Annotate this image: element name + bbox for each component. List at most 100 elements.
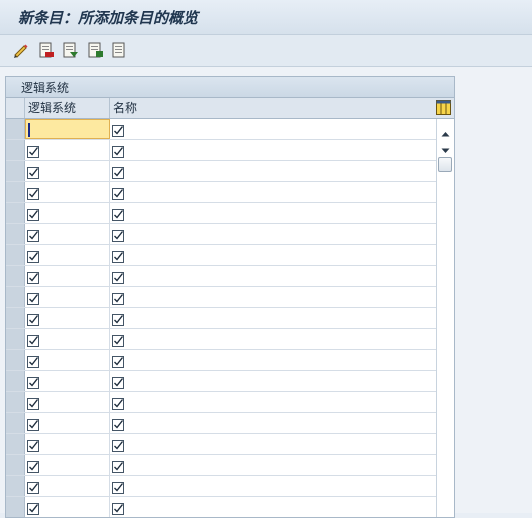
row-selector[interactable] <box>6 350 25 370</box>
table-caption: 逻辑系统 <box>6 77 454 98</box>
row-selector[interactable] <box>6 434 25 454</box>
table-row <box>6 140 436 161</box>
row-selector[interactable] <box>6 287 25 307</box>
checkbox-icon <box>27 500 39 515</box>
logical-system-cell[interactable] <box>25 497 110 517</box>
table-settings-button[interactable] <box>436 100 451 115</box>
logical-system-cell[interactable] <box>25 350 110 370</box>
row-selector[interactable] <box>6 140 25 160</box>
name-cell[interactable] <box>110 203 436 223</box>
logical-system-cell[interactable] <box>25 476 110 496</box>
display-change-button[interactable] <box>12 41 30 59</box>
checkbox-icon <box>112 437 124 452</box>
deselect-all-icon <box>112 42 125 58</box>
logical-system-cell[interactable] <box>25 329 110 349</box>
name-cell[interactable] <box>110 350 436 370</box>
row-selector[interactable] <box>6 266 25 286</box>
row-selector[interactable] <box>6 182 25 202</box>
logical-system-cell[interactable] <box>25 245 110 265</box>
table-row <box>6 161 436 182</box>
select-all-button[interactable] <box>61 41 79 59</box>
name-cell[interactable] <box>110 266 436 286</box>
row-selector[interactable] <box>6 203 25 223</box>
row-selector[interactable] <box>6 455 25 475</box>
logical-system-cell[interactable] <box>25 203 110 223</box>
row-selector[interactable] <box>6 329 25 349</box>
column-header-logical-system[interactable]: 逻辑系统 <box>25 98 110 118</box>
checkbox-icon <box>27 353 39 368</box>
checkbox-icon <box>27 437 39 452</box>
row-selector[interactable] <box>6 245 25 265</box>
scroll-up-button[interactable] <box>440 125 451 137</box>
name-cell[interactable] <box>110 455 436 475</box>
table-row <box>6 224 436 245</box>
row-selector[interactable] <box>6 371 25 391</box>
deselect-all-button[interactable] <box>110 41 128 59</box>
row-selector[interactable] <box>6 119 25 139</box>
name-cell[interactable] <box>110 371 436 391</box>
name-cell[interactable] <box>110 476 436 496</box>
logical-system-cell[interactable] <box>25 455 110 475</box>
checkbox-icon <box>27 311 39 326</box>
name-cell[interactable] <box>110 497 436 517</box>
scroll-thumb[interactable] <box>438 157 452 172</box>
checkbox-icon <box>112 227 124 242</box>
logical-system-cell[interactable] <box>25 308 110 328</box>
logical-system-cell[interactable] <box>25 392 110 412</box>
table-settings-icon <box>436 100 451 115</box>
delete-entry-button[interactable] <box>37 41 55 59</box>
name-cell[interactable] <box>110 119 436 139</box>
name-cell[interactable] <box>110 224 436 244</box>
row-selector[interactable] <box>6 497 25 517</box>
table-row <box>6 455 436 476</box>
content-area: 逻辑系统 逻辑系统 名称 <box>0 67 532 518</box>
logical-system-cell[interactable] <box>25 266 110 286</box>
checkbox-icon <box>27 395 39 410</box>
name-cell[interactable] <box>110 140 436 160</box>
window-title: 新条目：所添加条目的概览 <box>18 9 199 27</box>
name-cell[interactable] <box>110 182 436 202</box>
checkbox-icon <box>112 479 124 494</box>
checkbox-icon <box>112 500 124 515</box>
table-row <box>6 203 436 224</box>
name-cell[interactable] <box>110 434 436 454</box>
logical-system-cell[interactable] <box>25 182 110 202</box>
name-cell[interactable] <box>110 392 436 412</box>
checkbox-icon <box>112 416 124 431</box>
row-selector[interactable] <box>6 224 25 244</box>
logical-system-cell[interactable] <box>25 140 110 160</box>
checkbox-icon <box>27 206 39 221</box>
select-all-icon <box>63 42 78 58</box>
row-selector[interactable] <box>6 413 25 433</box>
scroll-down-button[interactable] <box>440 141 451 153</box>
row-selector[interactable] <box>6 392 25 412</box>
logical-system-cell[interactable] <box>25 434 110 454</box>
table-row <box>6 371 436 392</box>
column-header-name[interactable]: 名称 <box>110 98 436 118</box>
row-selector[interactable] <box>6 161 25 181</box>
select-block-button[interactable] <box>86 41 104 59</box>
logical-system-cell[interactable] <box>25 161 110 181</box>
name-cell[interactable] <box>110 245 436 265</box>
name-cell[interactable] <box>110 161 436 181</box>
logical-system-cell[interactable] <box>25 371 110 391</box>
table-row <box>6 287 436 308</box>
select-all-rows-cell[interactable] <box>6 98 25 118</box>
name-cell[interactable] <box>110 413 436 433</box>
row-selector[interactable] <box>6 476 25 496</box>
row-selector[interactable] <box>6 308 25 328</box>
checkbox-icon <box>27 164 39 179</box>
name-cell[interactable] <box>110 308 436 328</box>
name-cell[interactable] <box>110 287 436 307</box>
table-row <box>6 413 436 434</box>
logical-system-cell[interactable] <box>25 413 110 433</box>
name-cell[interactable] <box>110 329 436 349</box>
logical-system-cell[interactable] <box>25 287 110 307</box>
logical-system-cell[interactable] <box>25 119 110 139</box>
checkbox-icon <box>27 374 39 389</box>
table-row <box>6 350 436 371</box>
checkbox-icon <box>27 185 39 200</box>
vertical-scrollbar[interactable] <box>436 119 454 517</box>
checkbox-icon <box>27 332 39 347</box>
logical-system-cell[interactable] <box>25 224 110 244</box>
